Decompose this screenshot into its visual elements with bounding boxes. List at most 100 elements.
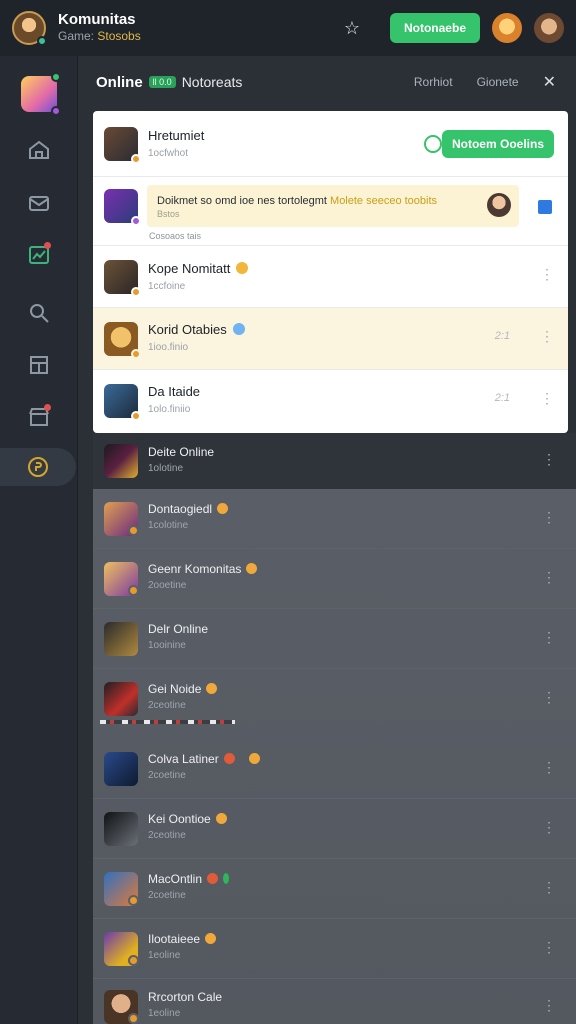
member-status: 1olo.finiio bbox=[148, 404, 191, 415]
star-icon[interactable]: ☆ bbox=[340, 18, 364, 39]
kebab-icon[interactable]: ⋮ bbox=[542, 939, 556, 956]
badge-dot bbox=[131, 287, 141, 297]
notice-footer: Cosoaos tais bbox=[149, 231, 202, 241]
section-title: Online bbox=[96, 73, 143, 91]
kebab-icon[interactable]: ⋮ bbox=[542, 629, 556, 646]
member-name: MacOntlin bbox=[148, 872, 230, 886]
subtitle-value: Stosobs bbox=[97, 29, 141, 43]
header-actions: Rorhiot Gionete ✕ bbox=[414, 72, 576, 92]
member-panel: Hretumiet 1ocfwhot Notoem Ooelins Doikme… bbox=[93, 111, 568, 433]
notice-bubble[interactable]: Doikmet so omd ioe nes tortolegmt Molete… bbox=[147, 185, 519, 227]
member-status: 2coetine bbox=[148, 890, 186, 901]
member-row[interactable]: Da Itaide 1olo.finiio 2:1 ⋮ bbox=[93, 370, 568, 433]
emoji-icon bbox=[215, 813, 227, 824]
list-item[interactable]: Kei Oontioe 2ceotine ⋮ bbox=[93, 799, 576, 859]
follow-button[interactable]: Notoem Ooelins bbox=[441, 130, 554, 158]
member-status: 1ooinine bbox=[148, 640, 186, 651]
member-avatar bbox=[104, 384, 141, 421]
kebab-icon[interactable]: ⋮ bbox=[540, 266, 554, 283]
list-item[interactable]: MacOntlin 2coetine ⋮ bbox=[93, 859, 576, 919]
notice-sub: Bstos bbox=[157, 209, 180, 219]
badge-dot bbox=[128, 895, 139, 906]
list-item[interactable]: Delr Online 1ooinine ⋮ bbox=[93, 609, 576, 669]
list-item[interactable]: Geenr Komonitas 2ooetine ⋮ bbox=[93, 549, 576, 609]
member-avatar bbox=[104, 752, 138, 786]
list-item[interactable]: Ilootaieee 1eoline ⋮ bbox=[93, 919, 576, 979]
emoji-icon bbox=[223, 753, 235, 764]
member-name: Delr Online bbox=[148, 622, 209, 636]
community-title: Komunitas bbox=[58, 11, 136, 28]
community-avatar[interactable] bbox=[12, 11, 47, 46]
member-name: Deite Online bbox=[148, 445, 215, 459]
member-row[interactable]: Hretumiet 1ocfwhot Notoem Ooelins bbox=[93, 111, 568, 177]
member-status: 1olotine bbox=[148, 463, 184, 474]
kebab-icon[interactable]: ⋮ bbox=[542, 879, 556, 896]
notice-row: Doikmet so omd ioe nes tortolegmt Molete… bbox=[93, 177, 568, 246]
notice-highlight: Molete seeceo toobits bbox=[330, 195, 438, 207]
member-name-text: Ilootaieee bbox=[148, 932, 201, 946]
member-avatar bbox=[104, 322, 141, 359]
member-name-text: MacOntlin bbox=[148, 872, 203, 886]
member-status: 1ccfoine bbox=[148, 281, 186, 292]
grid-icon[interactable] bbox=[0, 346, 78, 384]
kebab-icon[interactable]: ⋮ bbox=[542, 451, 556, 468]
notice-main: Doikmet so omd ioe nes tortolegmt bbox=[157, 195, 327, 207]
member-status: 2ceotine bbox=[148, 830, 186, 841]
header-action-1[interactable]: Rorhiot bbox=[414, 75, 453, 89]
list-item[interactable]: Rrcorton Cale 1eoline ⋮ bbox=[93, 977, 576, 1024]
home-icon[interactable] bbox=[0, 131, 78, 169]
alert-dot bbox=[44, 404, 51, 411]
kebab-icon[interactable]: ⋮ bbox=[540, 390, 554, 407]
member-status: 1eoline bbox=[148, 950, 181, 961]
member-row[interactable]: Kope Nomitatt 1ccfoine ⋮ bbox=[93, 246, 568, 308]
timestamp: 2:1 bbox=[494, 330, 510, 342]
sidebar-app-icon[interactable] bbox=[0, 72, 78, 116]
member-row[interactable]: Korid Otabies 1ioo.finio 2:1 ⋮ bbox=[93, 308, 568, 370]
member-status: 1eoline bbox=[148, 1008, 181, 1019]
kebab-icon[interactable]: ⋮ bbox=[542, 509, 556, 526]
member-name-text: Kei Oontioe bbox=[148, 812, 211, 826]
chart-icon[interactable] bbox=[0, 236, 78, 274]
top-bar: Komunitas Game: Stosobs ☆ Notonaebe bbox=[0, 0, 576, 56]
member-name: Gei Noide bbox=[148, 682, 218, 696]
notice-user-avatar bbox=[487, 193, 511, 217]
close-icon[interactable]: ✕ bbox=[543, 72, 556, 92]
user-avatar[interactable] bbox=[492, 13, 522, 43]
kebab-icon[interactable]: ⋮ bbox=[542, 759, 556, 776]
app-logo bbox=[21, 72, 61, 116]
search-icon[interactable] bbox=[0, 294, 78, 332]
kebab-icon[interactable]: ⋮ bbox=[542, 819, 556, 836]
member-name-text: Korid Otabies bbox=[148, 322, 227, 337]
emoji-icon bbox=[248, 753, 260, 764]
subtitle-prefix: Game: bbox=[58, 29, 95, 43]
badge-dot bbox=[131, 154, 141, 164]
coin-icon[interactable] bbox=[0, 448, 76, 486]
list-item[interactable]: Dontaogiedl 1colotine ⋮ bbox=[93, 489, 576, 549]
kebab-icon[interactable]: ⋮ bbox=[542, 997, 556, 1014]
member-status: 1ocfwhot bbox=[148, 148, 189, 159]
inbox-icon[interactable] bbox=[0, 184, 78, 222]
header-action-2[interactable]: Gionete bbox=[477, 75, 519, 89]
list-item[interactable]: Colva Latiner 2coetine ⋮ bbox=[93, 739, 576, 799]
kebab-icon[interactable]: ⋮ bbox=[540, 328, 554, 345]
whatsapp-icon[interactable] bbox=[424, 135, 442, 153]
list-item[interactable]: Deite Online 1olotine ⋮ bbox=[93, 433, 576, 489]
member-avatar bbox=[104, 260, 141, 297]
edit-icon[interactable] bbox=[538, 200, 552, 214]
primary-action-button[interactable]: Notonaebe bbox=[389, 13, 480, 43]
member-name: Kope Nomitatt bbox=[148, 261, 249, 276]
store-icon[interactable] bbox=[0, 398, 78, 436]
profile-avatar[interactable] bbox=[534, 13, 564, 43]
emoji-icon bbox=[223, 873, 230, 884]
member-name: Da Itaide bbox=[148, 384, 201, 399]
badge-dot bbox=[131, 411, 141, 421]
member-name-text: Dontaogiedl bbox=[148, 502, 213, 516]
emoji-icon bbox=[207, 873, 219, 884]
badge-dot bbox=[128, 1013, 139, 1024]
member-avatar bbox=[104, 682, 138, 716]
emoji-icon bbox=[236, 262, 249, 274]
top-actions: ☆ Notonaebe bbox=[340, 13, 564, 43]
member-name-text: Geenr Komonitas bbox=[148, 562, 242, 576]
kebab-icon[interactable]: ⋮ bbox=[542, 569, 556, 586]
kebab-icon[interactable]: ⋮ bbox=[542, 689, 556, 706]
